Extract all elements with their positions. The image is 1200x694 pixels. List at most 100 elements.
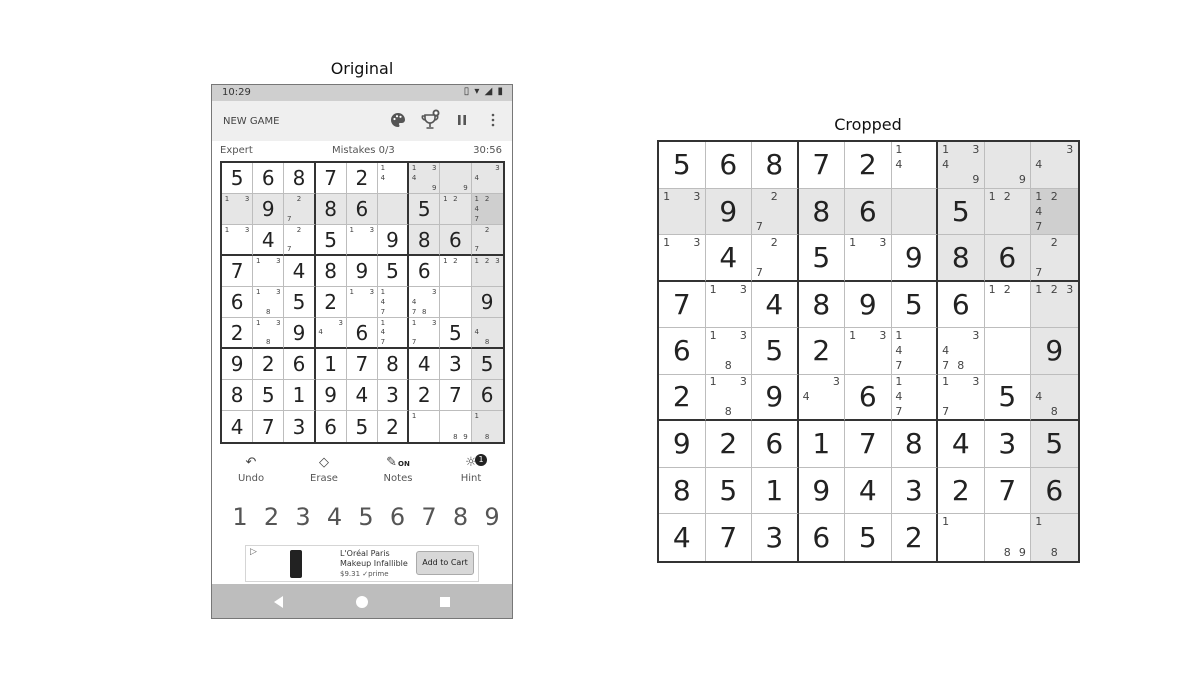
cell-r3c2[interactable]: 4 [253, 225, 285, 256]
cell-r5c1[interactable]: 6 [222, 287, 254, 318]
cell-r8c9[interactable]: 6 [1031, 467, 1078, 514]
cell-r8c4[interactable]: 9 [798, 467, 845, 514]
cell-r8c8[interactable]: 7 [984, 467, 1031, 514]
cell-r9c5[interactable]: 5 [347, 411, 378, 442]
cell-r3c1[interactable]: 13 [659, 235, 706, 282]
cell-r3c7[interactable]: 8 [409, 225, 441, 256]
number-key-8[interactable]: 8 [447, 503, 475, 531]
cell-r3c9[interactable]: 27 [471, 225, 503, 256]
cell-r3c6[interactable]: 9 [377, 225, 410, 256]
cell-r8c3[interactable]: 1 [752, 467, 799, 514]
cell-r5c8[interactable] [984, 328, 1031, 375]
cell-r7c3[interactable]: 6 [284, 349, 316, 380]
cell-r2c7[interactable]: 5 [409, 194, 441, 225]
cell-r4c1[interactable]: 7 [222, 256, 254, 287]
cell-r4c4[interactable]: 8 [798, 281, 845, 328]
cell-r7c9[interactable]: 5 [471, 349, 503, 380]
cell-r2c1[interactable]: 13 [659, 188, 706, 235]
cell-r5c4[interactable]: 2 [798, 328, 845, 375]
cell-r8c7[interactable]: 2 [938, 467, 985, 514]
cell-r3c7[interactable]: 8 [938, 235, 985, 282]
cell-r3c2[interactable]: 4 [705, 235, 752, 282]
cell-r6c1[interactable]: 2 [659, 374, 706, 421]
cell-r6c3[interactable]: 9 [284, 318, 316, 349]
number-key-5[interactable]: 5 [352, 503, 380, 531]
cell-r8c6[interactable]: 3 [891, 467, 938, 514]
cell-r9c1[interactable]: 4 [222, 411, 254, 442]
cell-r9c7[interactable]: 1 [409, 411, 441, 442]
cell-r5c6[interactable]: 147 [377, 287, 410, 318]
cell-r7c2[interactable]: 2 [705, 421, 752, 468]
cell-r1c4[interactable]: 7 [798, 142, 845, 189]
palette-icon[interactable] [387, 109, 409, 131]
cell-r4c2[interactable]: 13 [253, 256, 285, 287]
new-game-button[interactable]: NEW GAME [223, 116, 279, 127]
cell-r7c5[interactable]: 7 [845, 421, 892, 468]
cell-r5c5[interactable]: 13 [346, 287, 378, 318]
add-to-cart-button[interactable]: Add to Cart [416, 551, 474, 575]
cell-r1c5[interactable]: 2 [346, 163, 378, 194]
cell-r1c8[interactable]: 9 [984, 142, 1031, 189]
cell-r1c6[interactable]: 14 [377, 163, 410, 194]
undo-button[interactable]: ↶ Undo [226, 455, 276, 484]
cell-r7c7[interactable]: 4 [409, 349, 441, 380]
cell-r9c4[interactable]: 6 [799, 514, 845, 561]
number-key-9[interactable]: 9 [478, 503, 506, 531]
number-key-7[interactable]: 7 [415, 503, 443, 531]
cell-r8c8[interactable]: 7 [440, 380, 472, 411]
cell-r3c4[interactable]: 5 [798, 235, 845, 282]
cell-r1c2[interactable]: 6 [253, 163, 285, 194]
cell-r9c6[interactable]: 2 [892, 514, 938, 561]
cell-r1c4[interactable]: 7 [315, 163, 347, 194]
cell-r5c3[interactable]: 5 [752, 328, 799, 375]
erase-button[interactable]: ◇ Erase [299, 455, 349, 484]
cell-r4c2[interactable]: 13 [705, 281, 752, 328]
cell-r1c8[interactable]: 9 [440, 163, 472, 194]
cell-r9c7[interactable]: 1 [938, 514, 985, 561]
cell-r5c6[interactable]: 147 [891, 328, 938, 375]
cell-r7c8[interactable]: 3 [984, 421, 1031, 468]
cell-r2c9[interactable]: 1247 [1031, 188, 1078, 235]
more-vert-icon[interactable] [482, 109, 504, 131]
cell-r6c6[interactable]: 147 [891, 374, 938, 421]
home-icon[interactable] [352, 592, 372, 612]
back-icon[interactable] [268, 592, 288, 612]
cell-r7c4[interactable]: 1 [315, 349, 347, 380]
cell-r9c1[interactable]: 4 [659, 514, 706, 561]
cell-r4c5[interactable]: 9 [845, 281, 892, 328]
cell-r2c2[interactable]: 9 [705, 188, 752, 235]
cell-r8c7[interactable]: 2 [409, 380, 441, 411]
cell-r7c6[interactable]: 8 [377, 349, 410, 380]
cell-r4c8[interactable]: 12 [984, 281, 1031, 328]
number-key-3[interactable]: 3 [289, 503, 317, 531]
cell-r7c2[interactable]: 2 [253, 349, 285, 380]
cell-r5c7[interactable]: 3 4 78 [409, 287, 441, 318]
cell-r4c6[interactable]: 5 [377, 256, 410, 287]
cell-r6c5[interactable]: 6 [346, 318, 378, 349]
cell-r9c3[interactable]: 3 [752, 514, 799, 561]
cell-r6c4[interactable]: 34 [798, 374, 845, 421]
cell-r6c8[interactable]: 5 [984, 374, 1031, 421]
cell-r5c5[interactable]: 13 [845, 328, 892, 375]
cell-r5c4[interactable]: 2 [315, 287, 347, 318]
cell-r6c8[interactable]: 5 [440, 318, 472, 349]
cell-r5c9[interactable]: 9 [471, 287, 503, 318]
cell-r9c8[interactable]: 89 [985, 514, 1031, 561]
number-key-1[interactable]: 1 [226, 503, 254, 531]
cell-r6c7[interactable]: 1 3 7 [938, 374, 985, 421]
cell-r6c7[interactable]: 1 3 7 [409, 318, 441, 349]
cell-r9c5[interactable]: 5 [845, 514, 892, 561]
cell-r6c6[interactable]: 147 [377, 318, 410, 349]
cell-r3c3[interactable]: 27 [284, 225, 316, 256]
number-key-4[interactable]: 4 [321, 503, 349, 531]
cell-r8c3[interactable]: 1 [284, 380, 316, 411]
cell-r3c6[interactable]: 9 [891, 235, 938, 282]
cell-r3c8[interactable]: 6 [984, 235, 1031, 282]
cell-r6c3[interactable]: 9 [752, 374, 799, 421]
cell-r8c9[interactable]: 6 [471, 380, 503, 411]
cell-r2c4[interactable]: 8 [315, 194, 347, 225]
cell-r8c6[interactable]: 3 [377, 380, 410, 411]
trophy-icon[interactable] [420, 109, 442, 131]
cell-r2c8[interactable]: 12 [440, 194, 472, 225]
ad-banner[interactable]: ▷ L'Oréal Paris Makeup Infallible $9.31 … [245, 545, 479, 582]
